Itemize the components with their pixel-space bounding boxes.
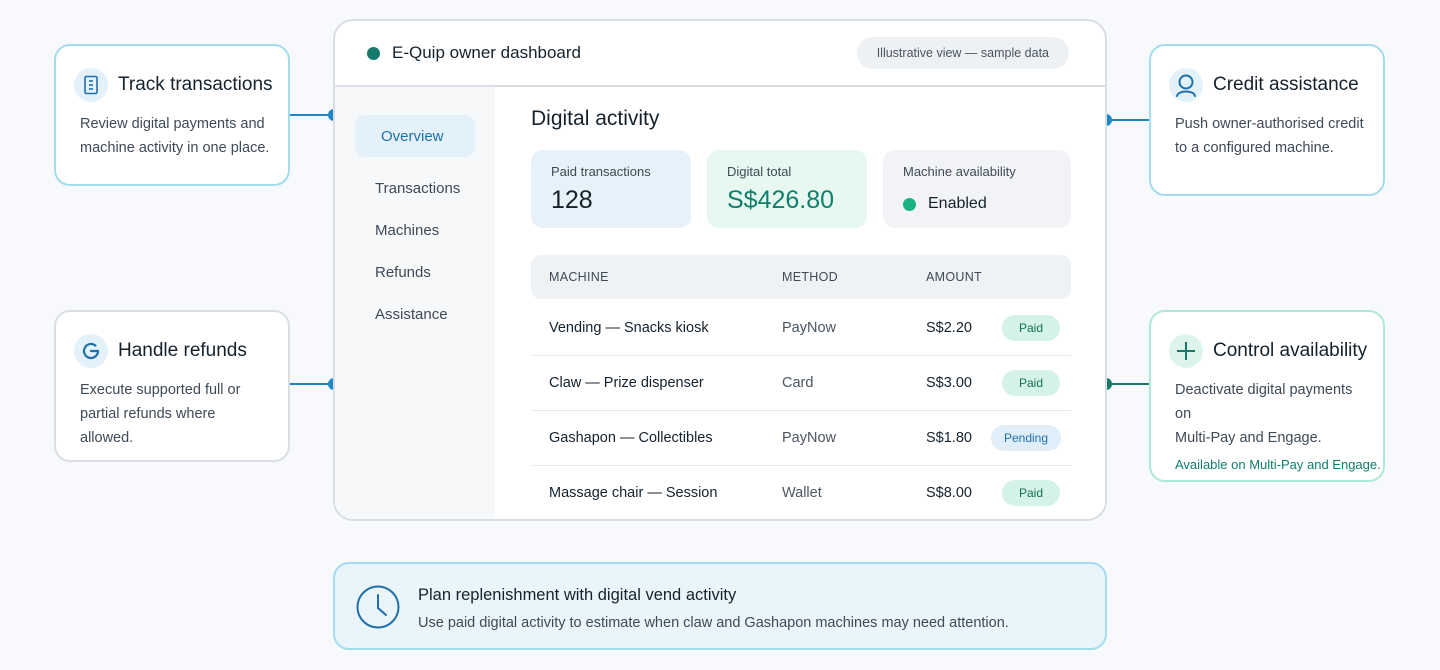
table-header: MACHINE METHOD AMOUNT — [531, 255, 1071, 299]
status-badge: Paid — [1002, 315, 1060, 341]
card-description: Execute supported full or partial refund… — [80, 382, 241, 446]
column-header-amount: AMOUNT — [926, 270, 982, 284]
stat-paid-transactions: Paid transactions 128 — [531, 150, 691, 228]
card-title: Handle refunds — [118, 340, 247, 361]
feature-card-track-transactions: Track transactions Review digital paymen… — [54, 44, 290, 186]
cell-method: PayNow — [782, 430, 836, 446]
banner-title: Plan replenishment with digital vend act… — [418, 586, 737, 604]
refund-icon — [74, 334, 108, 368]
plus-icon — [1169, 334, 1203, 368]
sidebar-item-overview[interactable]: Overview — [355, 115, 475, 157]
feature-card-control-availability: Control availability Deactivate digital … — [1149, 310, 1385, 482]
cell-amount: S$2.20 — [926, 320, 972, 336]
person-search-icon — [1169, 68, 1203, 102]
owner-dashboard-window: E-Quip owner dashboard Illustrative view… — [333, 19, 1107, 521]
feature-card-credit-assistance: Credit assistance Push owner-authorised … — [1149, 44, 1385, 196]
replenishment-banner: Plan replenishment with digital vend act… — [333, 562, 1107, 650]
dashboard-header: E-Quip owner dashboard Illustrative view… — [335, 21, 1105, 87]
cell-method: Wallet — [782, 485, 822, 501]
stat-machine-availability: Machine availability Enabled — [883, 150, 1071, 228]
status-badge: Paid — [1002, 480, 1060, 506]
card-title: Track transactions — [118, 74, 273, 95]
status-badge: Paid — [1002, 370, 1060, 396]
dashboard-title: E-Quip owner dashboard — [367, 43, 581, 63]
column-header-method: METHOD — [782, 270, 838, 284]
card-header: Credit assistance — [1169, 68, 1365, 102]
cell-machine: Massage chair — Session — [549, 485, 718, 501]
cell-amount: S$8.00 — [926, 485, 972, 501]
availability-note: Available on Multi-Pay and Engage. — [1175, 457, 1381, 472]
section-title: Digital activity — [531, 107, 660, 130]
connector-line-availability — [1106, 383, 1150, 385]
cell-amount: S$1.80 — [926, 430, 972, 446]
cell-machine: Gashapon — Collectibles — [549, 430, 713, 446]
sidebar-item-transactions[interactable]: Transactions — [355, 167, 475, 209]
cell-amount: S$3.00 — [926, 375, 972, 391]
stat-digital-total: Digital total S$426.80 — [707, 150, 867, 228]
cell-method: PayNow — [782, 320, 836, 336]
main-content: Digital activity Paid transactions 128 D… — [531, 87, 1071, 519]
receipt-icon — [74, 68, 108, 102]
card-description: Push owner-authorised credit to a config… — [1175, 116, 1364, 156]
sample-data-pill: Illustrative view — sample data — [856, 37, 1069, 69]
sidebar-item-refunds[interactable]: Refunds — [355, 251, 475, 293]
connector-line-credit — [1106, 119, 1150, 121]
table-row[interactable]: Claw — Prize dispenser Card S$3.00 Paid — [531, 356, 1071, 411]
table-row[interactable]: Massage chair — Session Wallet S$8.00 Pa… — [531, 466, 1071, 519]
status-badge: Pending — [991, 425, 1061, 451]
table-row[interactable]: Vending — Snacks kiosk PayNow S$2.20 Pai… — [531, 301, 1071, 356]
sidebar-item-assistance[interactable]: Assistance — [355, 293, 475, 335]
clock-icon — [355, 584, 401, 630]
card-description: Review digital payments and machine acti… — [80, 116, 270, 156]
sidebar: Overview Transactions Machines Refunds A… — [335, 87, 495, 519]
card-title: Control availability — [1213, 340, 1368, 361]
feature-card-handle-refunds: Handle refunds Execute supported full or… — [54, 310, 290, 462]
enabled-dot-icon — [903, 197, 916, 211]
cell-method: Card — [782, 375, 814, 391]
card-header: Control availability — [1169, 334, 1368, 368]
status-dot-icon — [367, 46, 380, 60]
cell-machine: Claw — Prize dispenser — [549, 375, 704, 391]
banner-description: Use paid digital activity to estimate wh… — [418, 615, 1009, 631]
card-description: Deactivate digital payments on Multi-Pay… — [1175, 382, 1353, 446]
card-header: Handle refunds — [74, 334, 270, 368]
cell-machine: Vending — Snacks kiosk — [549, 320, 709, 336]
card-header: Track transactions — [74, 68, 273, 102]
card-title: Credit assistance — [1213, 74, 1359, 95]
sidebar-item-machines[interactable]: Machines — [355, 209, 475, 251]
table-row[interactable]: Gashapon — Collectibles PayNow S$1.80 Pe… — [531, 411, 1071, 466]
column-header-machine: MACHINE — [549, 270, 609, 284]
